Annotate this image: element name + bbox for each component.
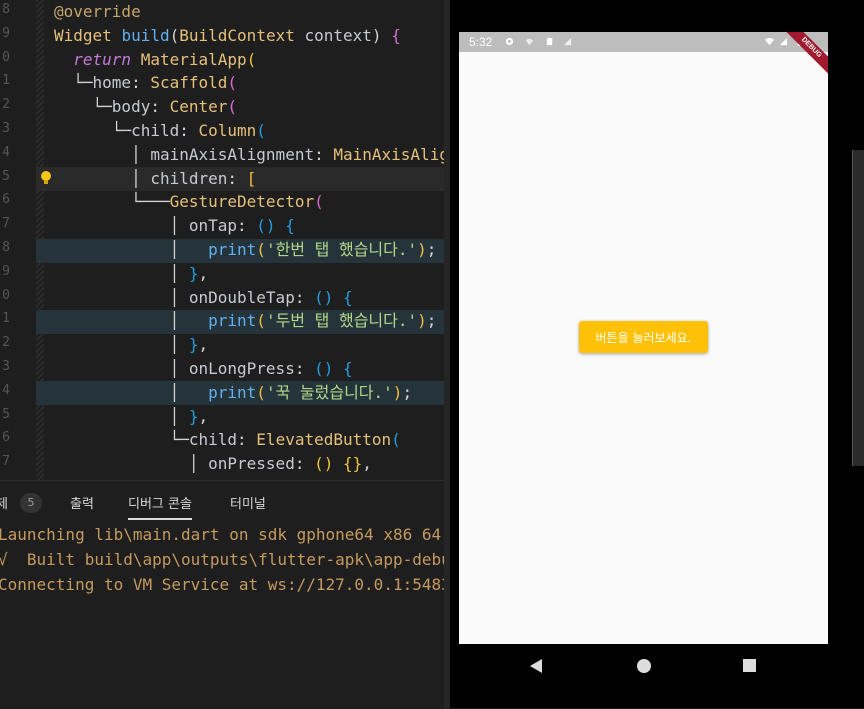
back-icon[interactable] — [529, 658, 543, 674]
code-line[interactable]: │ }, — [54, 262, 209, 286]
code-line[interactable]: │ onPressed: () {}, — [54, 452, 372, 476]
line-number: 6 — [2, 192, 10, 208]
no-signal-icon — [525, 38, 534, 46]
line-number: 4 — [2, 144, 10, 160]
debug-banner: DEBUG — [782, 32, 828, 77]
code-line[interactable]: │ children: [ — [54, 167, 256, 191]
line-number: 4 — [2, 382, 10, 398]
code-line[interactable]: return MaterialApp( — [54, 48, 256, 72]
line-number: 3 — [2, 359, 10, 374]
code-line[interactable]: │ }, — [54, 333, 209, 357]
line-number: 8 — [2, 240, 10, 255]
line-number: 2 — [2, 335, 10, 351]
code-line[interactable]: └───GestureDetector( — [54, 190, 324, 214]
console-line: Launching lib\main.dart on sdk gphone64 … — [0, 525, 442, 544]
line-number: 0 — [2, 287, 10, 303]
code-line[interactable]: │ onLongPress: () { — [54, 357, 353, 381]
line-number: 5 — [2, 168, 10, 184]
home-icon[interactable] — [636, 658, 652, 674]
code-line[interactable]: └─body: Center( — [54, 95, 238, 119]
code-editor[interactable]: 8 9 0 1 2 3 4 5 6 7 8 9 0 1 2 3 4 5 6 7 @override Widget bui… — [0, 0, 444, 480]
status-time: 5:32 — [469, 35, 493, 49]
sd-card-icon — [546, 37, 553, 46]
wifi-icon — [765, 37, 774, 46]
tab-terminal[interactable]: 터미널 — [230, 493, 266, 512]
code-line[interactable]: @override — [54, 0, 141, 24]
line-number: 6 — [2, 430, 10, 446]
line-number: 0 — [2, 49, 10, 65]
recents-icon[interactable] — [743, 659, 756, 672]
code-line[interactable]: │ onTap: () { — [54, 214, 295, 238]
tap-button[interactable]: 버튼을 눌러보세요. — [579, 321, 708, 353]
code-line[interactable]: └─home: Scaffold( — [54, 71, 237, 95]
line-number: 9 — [2, 25, 10, 41]
code-line[interactable]: │ mainAxisAlignment: MainAxisAlignment — [54, 143, 444, 167]
code-line[interactable]: └─child: ElevatedButton( — [54, 428, 401, 452]
tab-debug-console[interactable]: 디버그 콘솔 — [128, 493, 192, 520]
line-number: 1 — [2, 73, 10, 89]
bottom-panel: 제 5 출력 디버그 콘솔 터미널 Launching lib\main.dar… — [0, 480, 451, 709]
code-line[interactable]: └─child: Column( — [54, 119, 266, 143]
status-bar: 5:32 DEBUG — [459, 32, 828, 77]
cell-signal-icon — [779, 37, 788, 46]
tab-output[interactable]: 출력 — [70, 493, 94, 512]
line-number: 9 — [2, 263, 10, 279]
code-line[interactable]: Widget build(BuildContext context) { — [54, 24, 401, 48]
code-line[interactable]: │ onDoubleTap: () { — [54, 286, 353, 310]
line-number: 7 — [2, 454, 10, 470]
emulator-screen[interactable]: 5:32 DEBUG 버튼을 눌러보세요. — [459, 32, 828, 644]
signal-off-icon — [563, 37, 572, 46]
side-window-edge — [852, 150, 864, 466]
line-number: 3 — [2, 121, 10, 136]
line-number: 2 — [2, 97, 10, 113]
console-line: √ Built build\app\outputs\flutter-apk\ap… — [0, 550, 451, 569]
code-line[interactable]: │ print('꾹 눌렀습니다.'); / — [54, 381, 444, 405]
android-nav-bar — [459, 644, 828, 688]
code-line[interactable]: │ }, — [54, 405, 209, 429]
code-line[interactable]: │ print('두번 탭 했습니다.'); — [54, 309, 437, 333]
code-line[interactable]: │ print('한번 탭 했습니다.'); — [54, 238, 437, 262]
line-number: 1 — [2, 311, 10, 327]
line-number: 8 — [2, 2, 10, 17]
line-number: 7 — [2, 216, 10, 232]
line-number: 5 — [2, 406, 10, 422]
gear-icon — [505, 37, 514, 46]
problems-count-badge: 5 — [20, 493, 42, 513]
console-line: Connecting to VM Service at ws://127.0.0… — [0, 575, 451, 594]
lightbulb-icon[interactable] — [40, 170, 52, 186]
tab-problems-cut[interactable]: 제 — [0, 493, 8, 512]
